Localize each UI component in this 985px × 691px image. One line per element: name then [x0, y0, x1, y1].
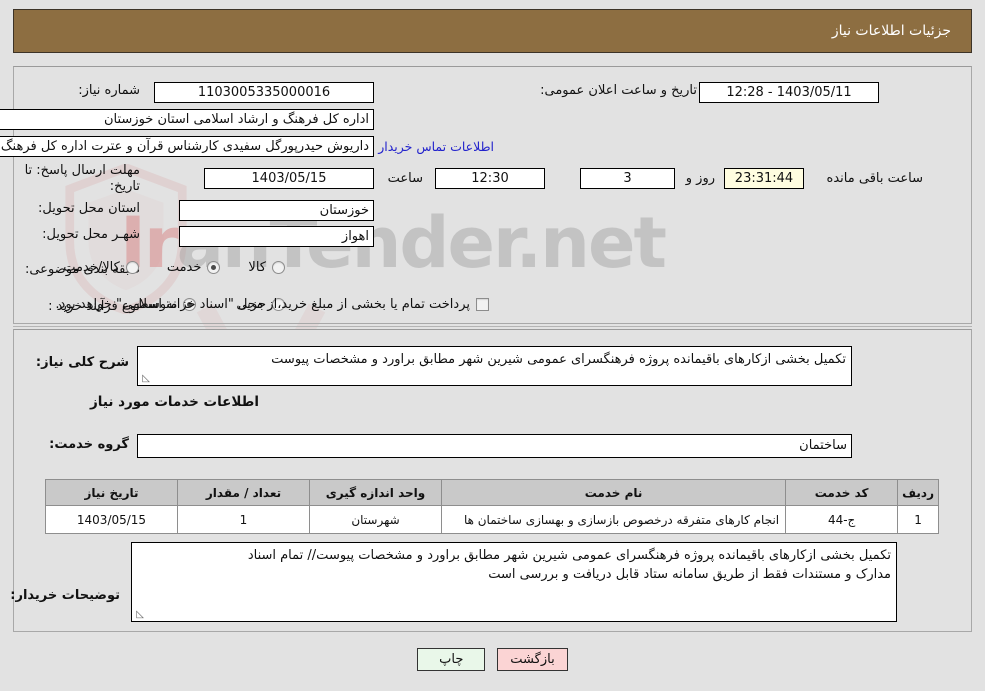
cell-qty: 1 [177, 505, 310, 534]
services-table-body: 1 ج-44 انجام کارهای متفرقه درخصوص بازساز… [45, 505, 939, 534]
buyer-org-value[interactable]: اداره کل فرهنگ و ارشاد اسلامی استان خوزس… [0, 109, 374, 130]
back-button[interactable]: بازگشت [497, 648, 568, 671]
deadline-date-value[interactable]: 1403/05/15 [204, 168, 374, 189]
need-number-value[interactable]: 1103005335000016 [154, 82, 374, 103]
radio-icon[interactable] [125, 261, 139, 274]
deadline-hour-label: ساعت [387, 171, 423, 186]
category-radio-group: کالا خدمت کالا/خدمت [63, 260, 285, 275]
resize-grip-icon[interactable]: ◺ [140, 374, 150, 384]
cell-unit: شهرستان [309, 505, 442, 534]
page-title: جزئیات اطلاعات نیاز [831, 23, 951, 39]
deadline-countdown-value: 23:31:44 [724, 168, 804, 189]
cell-date: 1403/05/15 [45, 505, 178, 534]
general-description-textarea[interactable]: تکمیل بخشی ازکارهای باقیمانده پروژه فرهن… [137, 346, 852, 386]
category-option-goods[interactable]: کالا [248, 260, 285, 275]
buyer-notes-label: توضیحات خریدار: [10, 588, 120, 603]
province-value[interactable]: خوزستان [179, 200, 374, 221]
category-option-goods-label: کالا [248, 260, 266, 275]
services-table-head: ردیف کد خدمت نام خدمت واحد اندازه گیری ت… [45, 479, 939, 506]
cell-index: 1 [897, 505, 939, 534]
page-root: IranTender.net جزئیات اطلاعات نیاز شماره… [0, 0, 985, 691]
buyer-notes-textarea[interactable]: تکمیل بخشی ازکارهای باقیمانده پروژه فرهن… [131, 542, 897, 622]
window-title-bar: جزئیات اطلاعات نیاز [13, 9, 972, 53]
button-bar: بازگشت چاپ [0, 648, 985, 671]
city-value[interactable]: اهواز [179, 226, 374, 247]
buyer-contact-link[interactable]: اطلاعات تماس خریدار [378, 139, 494, 154]
radio-icon[interactable] [207, 261, 221, 274]
th-qty: تعداد / مقدار [177, 479, 310, 506]
deadline-hour-value[interactable]: 12:30 [435, 168, 545, 189]
deadline-days-value[interactable]: 3 [580, 168, 675, 189]
buyer-notes-line2: مدارک و مستندات فقط از طریق سامانه ستاد … [488, 567, 891, 582]
services-table-header-row: ردیف کد خدمت نام خدمت واحد اندازه گیری ت… [45, 479, 939, 506]
section-divider [13, 326, 972, 327]
radio-icon[interactable] [272, 261, 285, 274]
th-unit: واحد اندازه گیری [309, 479, 442, 506]
cell-name: انجام کارهای متفرقه درخصوص بازسازی و بهس… [440, 505, 787, 534]
deadline-countdown-label: ساعت باقی مانده [826, 171, 923, 186]
resize-grip-icon[interactable]: ◺ [134, 610, 144, 620]
category-option-service[interactable]: خدمت [167, 260, 221, 275]
table-row[interactable]: 1 ج-44 انجام کارهای متفرقه درخصوص بازساز… [45, 505, 939, 534]
buyer-notes-line1: تکمیل بخشی ازکارهای باقیمانده پروژه فرهن… [247, 548, 891, 563]
category-option-service-label: خدمت [166, 260, 202, 275]
deadline-days-label: روز و [685, 171, 715, 186]
requester-value[interactable]: داریوش حیدرپورگل سفیدی کارشناس قرآن و عت… [0, 136, 374, 157]
treasury-bonds-checkbox-label: پرداخت تمام یا بخشی از مبلغ خرید،از محل … [55, 297, 470, 312]
th-index: ردیف [897, 479, 939, 506]
th-date: تاریخ نیاز [45, 479, 178, 506]
need-info-panel [13, 66, 972, 324]
service-group-label: گروه خدمت: [49, 437, 129, 452]
treasury-bonds-checkbox-row[interactable]: پرداخت تمام یا بخشی از مبلغ خرید،از محل … [55, 297, 489, 312]
th-code: کد خدمت [785, 479, 899, 506]
print-button[interactable]: چاپ [417, 648, 486, 671]
checkbox-icon[interactable] [476, 298, 489, 311]
cell-code: ج-44 [785, 505, 899, 534]
category-option-goods-service[interactable]: کالا/خدمت [63, 260, 139, 275]
service-group-value[interactable]: ساختمان [137, 434, 852, 458]
general-description-label: شرح کلی نیاز: [35, 355, 129, 370]
services-table: ردیف کد خدمت نام خدمت واحد اندازه گیری ت… [45, 479, 939, 534]
general-description-value: تکمیل بخشی ازکارهای باقیمانده پروژه فرهن… [271, 352, 846, 367]
category-option-goods-service-label: کالا/خدمت [63, 260, 120, 275]
announce-datetime-value[interactable]: 1403/05/11 - 12:28 [699, 82, 879, 103]
th-name: نام خدمت [440, 479, 787, 506]
services-section-heading: اطلاعات خدمات مورد نیاز [89, 394, 259, 410]
